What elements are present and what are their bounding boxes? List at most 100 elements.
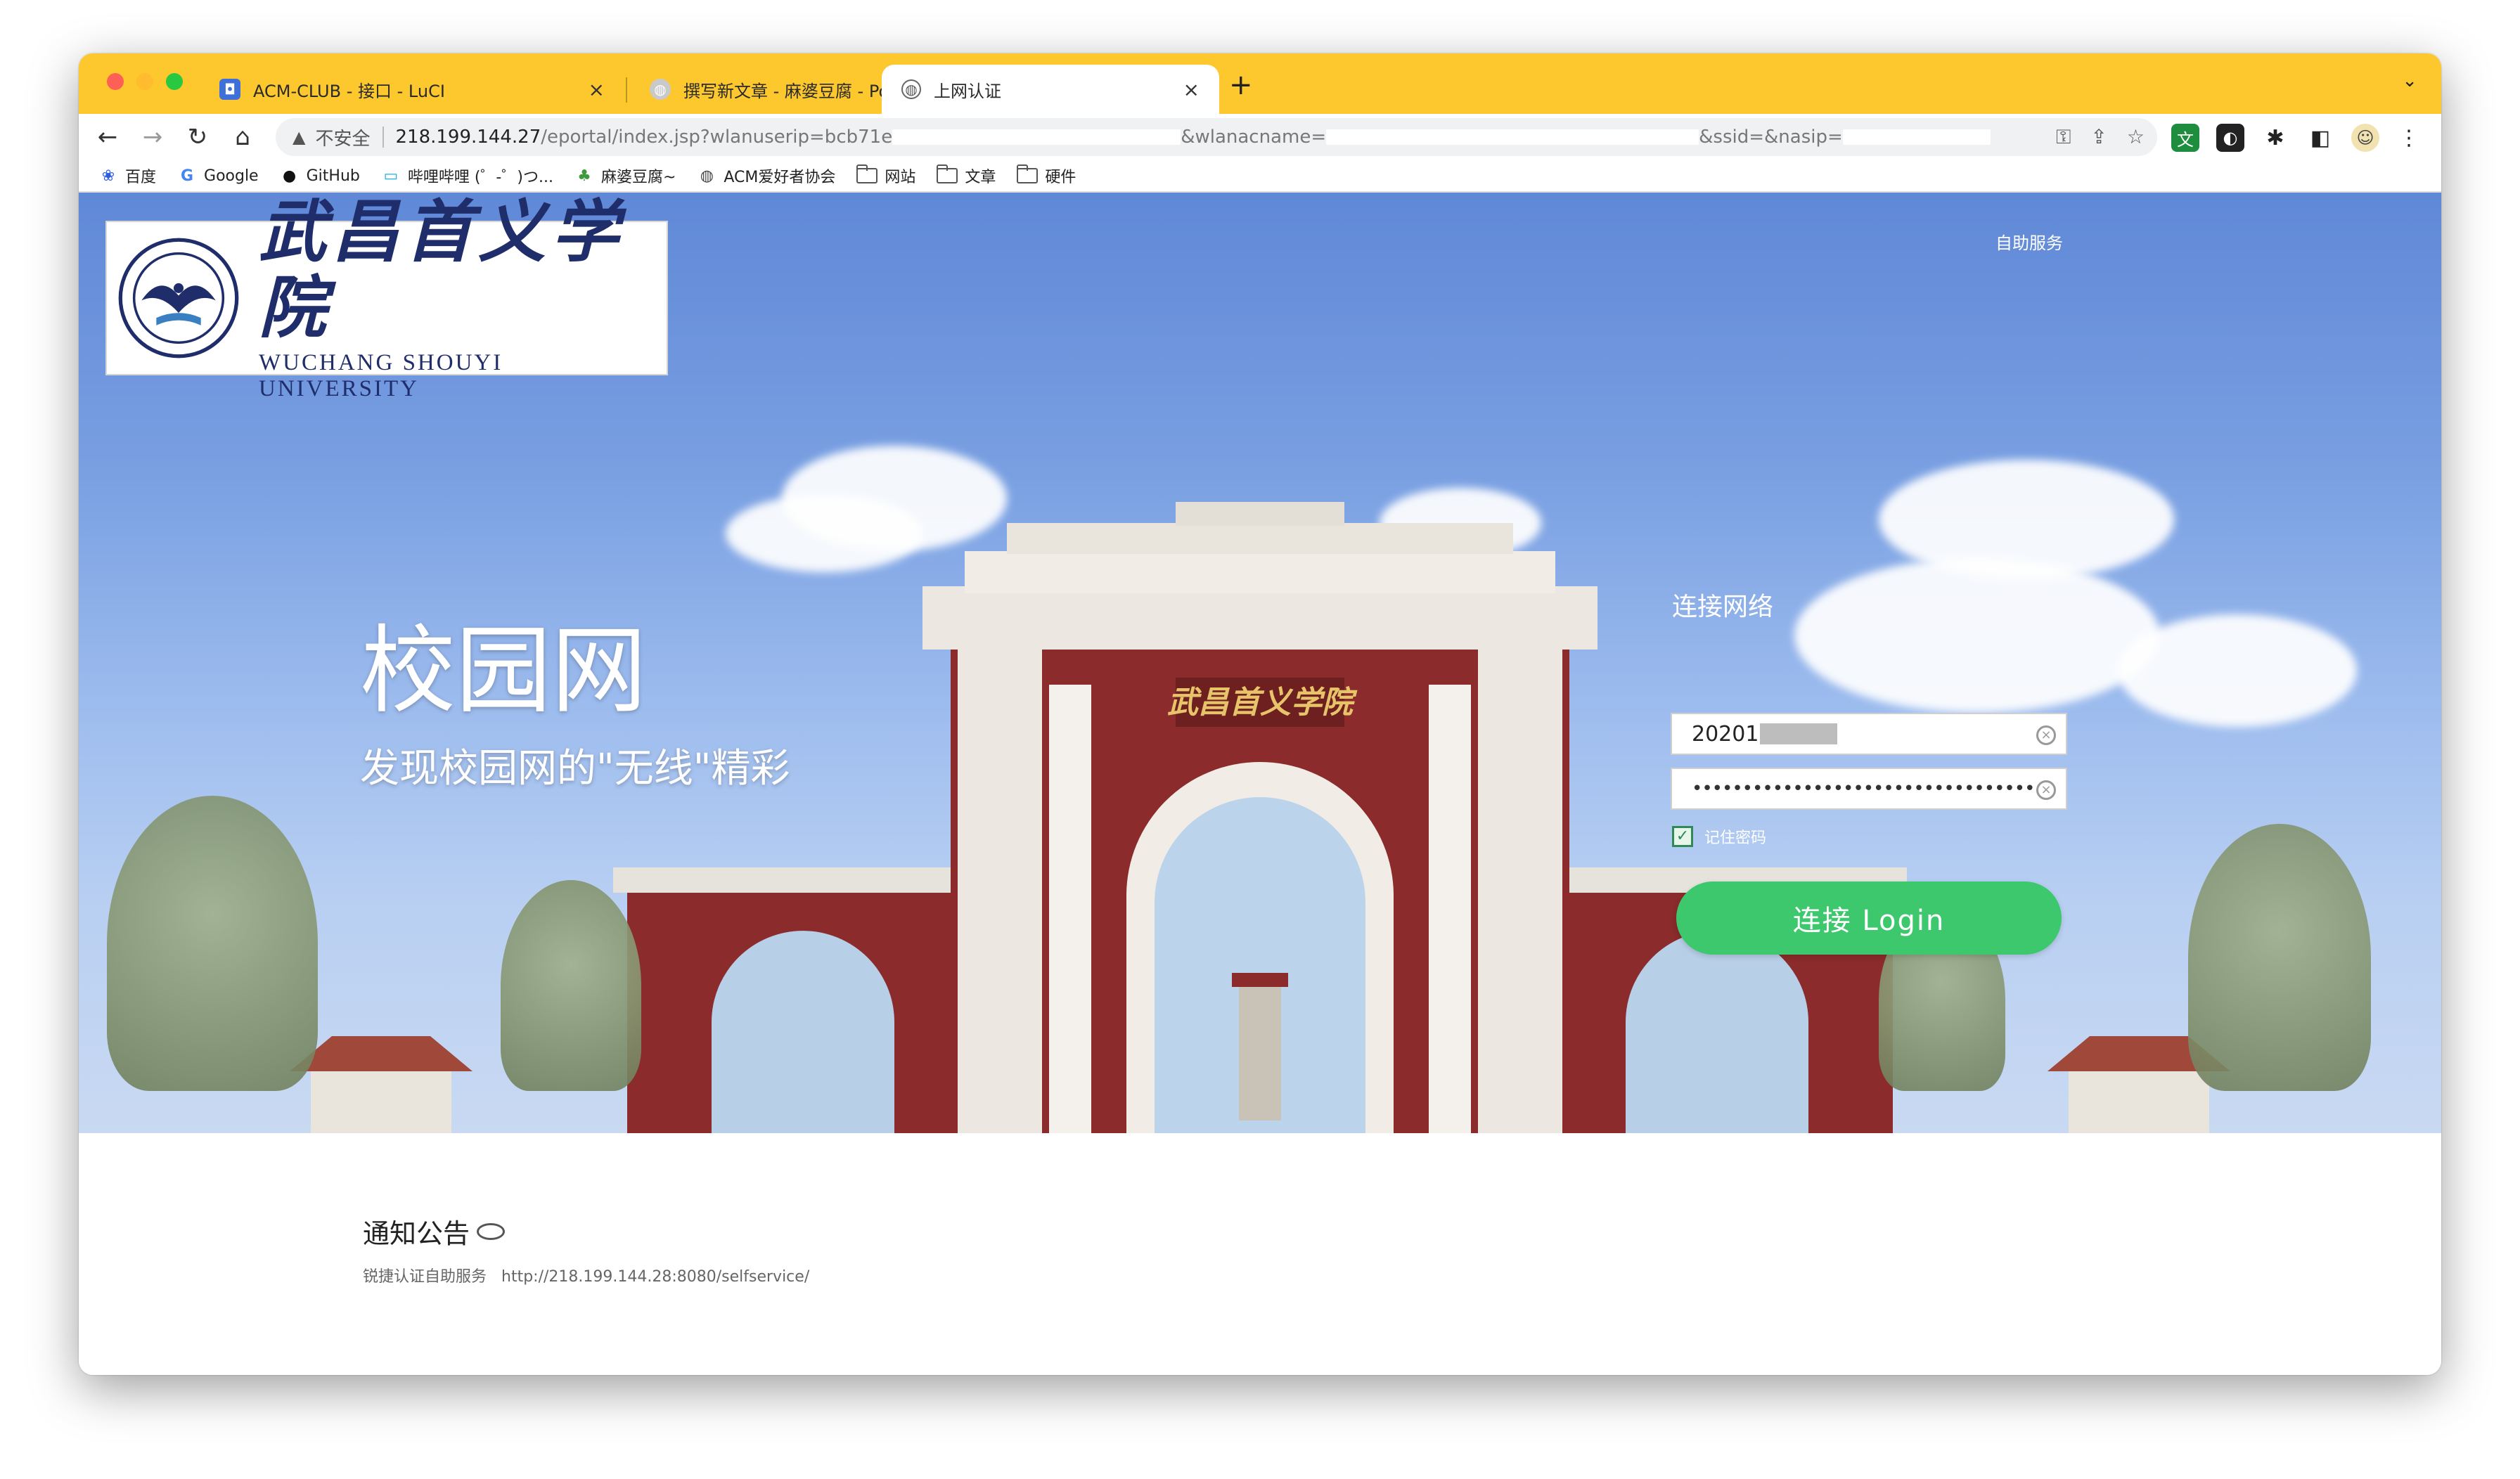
login-button[interactable]: 连接 Login <box>1676 881 2062 955</box>
github-icon: ● <box>283 167 297 185</box>
browser-window: ◘ ACM-CLUB - 接口 - LuCI × ◍ 撰写新文章 - 麻婆豆腐 … <box>79 53 2441 1375</box>
redacted-block <box>1326 129 1699 145</box>
bookmark-folder-websites[interactable]: 网站 <box>856 164 915 187</box>
folder-icon <box>937 164 958 183</box>
gate-plaque-text: 武昌首义学院 <box>1167 685 1358 721</box>
bookmarks-bar: ❀ 百度 G Google ● GitHub ▭ 哔哩哔哩 (゜-゜)つ... … <box>79 160 2441 193</box>
notice-heading: 通知公告 <box>363 1212 506 1251</box>
bookmark-label: 麻婆豆腐~ <box>600 169 676 186</box>
form-title: 连接网络 <box>1672 593 1774 621</box>
divider <box>382 127 385 148</box>
bookmark-baidu[interactable]: ❀ 百度 <box>98 164 156 187</box>
bookmark-folder-hardware[interactable]: 硬件 <box>1017 164 1076 187</box>
bookmark-label: 网站 <box>885 169 916 186</box>
redacted-block <box>892 129 1181 145</box>
puzzle-extensions-icon[interactable]: ✱ <box>2261 124 2289 152</box>
globe-icon: ◍ <box>650 79 671 100</box>
bookmark-acm[interactable]: ◍ ACM爱好者协会 <box>697 164 836 187</box>
globe-icon: ◍ <box>901 79 921 99</box>
warning-triangle-icon: ▲ <box>292 127 306 147</box>
logo-english-name: WUCHANG SHOUYI UNIVERSITY <box>259 350 503 401</box>
bookmark-bilibili[interactable]: ▭ 哔哩哔哩 (゜-゜)つ... <box>381 164 553 187</box>
translate-extension-icon[interactable]: 文 <box>2171 124 2199 152</box>
tree <box>2188 824 2371 1091</box>
bookmark-label: 百度 <box>125 169 157 186</box>
tree <box>501 880 641 1091</box>
browser-toolbar: ← → ↻ ⌂ ▲ 不安全 218.199.144.27 /eportal/in… <box>79 114 2441 160</box>
key-icon[interactable]: ⚿ <box>2056 125 2071 149</box>
bookmark-label: 文章 <box>965 169 996 186</box>
university-logo: 武昌首义学院 WUCHANG SHOUYI UNIVERSITY <box>105 194 668 401</box>
username-value: 20201 <box>1692 721 1759 747</box>
university-seal-icon <box>118 238 239 359</box>
minimize-window-button[interactable] <box>136 73 153 90</box>
logo-chinese-name: 武昌首义学院 <box>259 193 624 347</box>
notice-title: 通知公告 <box>363 1218 470 1249</box>
portal-page: 武昌首义学院 武昌首义学院 WUCHANG SHOUYI UNIVERSITY … <box>79 193 2441 1375</box>
clear-input-icon[interactable]: × <box>2036 725 2056 745</box>
tab-acm-club[interactable]: ◘ ACM-CLUB - 接口 - LuCI × <box>200 65 624 114</box>
tab-portal-auth[interactable]: ◍ 上网认证 × <box>882 65 1219 114</box>
slogan-title: 校园网 <box>360 616 647 727</box>
bookmark-label: ACM爱好者协会 <box>724 169 836 186</box>
folder-icon <box>856 164 878 183</box>
url-path: /eportal/index.jsp?wlanuserip=bcb71e <box>541 127 893 148</box>
remember-label: 记住密码 <box>1704 829 1767 847</box>
bilibili-icon: ▭ <box>383 167 399 185</box>
globe-icon: ◍ <box>700 167 714 185</box>
reload-icon[interactable]: ↻ <box>181 121 214 153</box>
url-part: &wlanacname= <box>1181 127 1327 148</box>
url-host: 218.199.144.27 <box>395 127 541 148</box>
username-field[interactable]: 20201 × <box>1671 713 2067 755</box>
luci-icon: ◘ <box>219 79 240 100</box>
bookmark-mapo-tofu[interactable]: ♣ 麻婆豆腐~ <box>574 164 676 187</box>
url-part: &ssid=&nasip= <box>1699 127 1843 148</box>
remember-checkbox[interactable]: ✓ <box>1672 826 1693 847</box>
close-window-button[interactable] <box>107 73 124 90</box>
tab-title: ACM-CLUB - 接口 - LuCI <box>253 81 445 101</box>
baidu-icon: ❀ <box>101 167 115 185</box>
home-icon[interactable]: ⌂ <box>226 121 259 153</box>
new-tab-button[interactable]: + <box>1229 69 1253 101</box>
password-field[interactable]: ••••••••••••••••••••••••••••••••••••••••… <box>1671 768 2067 810</box>
close-tab-icon[interactable]: × <box>589 78 605 101</box>
bookmark-google[interactable]: G Google <box>177 166 259 186</box>
remember-password[interactable]: ✓ 记住密码 <box>1672 825 1766 848</box>
tab-separator <box>626 77 627 103</box>
notice-item-label: 锐捷认证自助服务 <box>363 1268 487 1286</box>
slogan-subtitle: 发现校园网的"无线"精彩 <box>360 746 790 792</box>
star-icon[interactable]: ☆ <box>2127 125 2145 149</box>
tab-search-chevron-icon[interactable]: ⌄ <box>2402 70 2417 91</box>
kebab-menu-icon[interactable]: ⋮ <box>2395 124 2423 152</box>
notice-item-url[interactable]: http://218.199.144.28:8080/selfservice/ <box>501 1268 809 1286</box>
tree <box>107 796 318 1091</box>
insecure-label: 不安全 <box>315 128 371 150</box>
window-controls <box>107 73 183 90</box>
tab-title: 撰写新文章 - 麻婆豆腐 - Powere <box>683 81 909 101</box>
forward-arrow-icon[interactable]: → <box>136 121 169 153</box>
bookmark-github[interactable]: ● GitHub <box>280 166 360 186</box>
tab-title: 上网认证 <box>934 81 1001 101</box>
redacted-block <box>1842 129 1991 145</box>
close-tab-icon[interactable]: × <box>1183 78 1200 101</box>
address-bar[interactable]: ▲ 不安全 218.199.144.27 /eportal/index.jsp?… <box>276 118 2157 156</box>
self-service-link[interactable]: 自助服务 <box>1995 229 2063 254</box>
folder-icon <box>1017 164 1039 183</box>
side-panel-icon[interactable]: ◧ <box>2306 124 2334 152</box>
profile-avatar[interactable]: ☺ <box>2351 124 2379 152</box>
back-arrow-icon[interactable]: ← <box>91 121 124 153</box>
bookmark-label: 哔哩哔哩 (゜-゜)つ... <box>407 169 553 186</box>
bookmark-label: GitHub <box>306 167 360 185</box>
clear-input-icon[interactable]: × <box>2036 780 2056 800</box>
notice-item[interactable]: 锐捷认证自助服务 http://218.199.144.28:8080/self… <box>363 1264 809 1286</box>
zoom-window-button[interactable] <box>166 73 183 90</box>
google-icon: G <box>180 167 194 185</box>
hero-banner: 武昌首义学院 武昌首义学院 WUCHANG SHOUYI UNIVERSITY … <box>79 193 2441 1133</box>
share-icon[interactable]: ⇪ <box>2090 125 2107 149</box>
desktop: ◘ ACM-CLUB - 接口 - LuCI × ◍ 撰写新文章 - 麻婆豆腐 … <box>0 0 2520 1479</box>
redacted-block <box>1760 723 1838 744</box>
bookmark-label: 硬件 <box>1045 169 1076 186</box>
bookmark-folder-articles[interactable]: 文章 <box>937 164 996 187</box>
leaf-icon: ♣ <box>577 167 591 185</box>
incognito-extension-icon[interactable]: ◐ <box>2216 124 2244 152</box>
